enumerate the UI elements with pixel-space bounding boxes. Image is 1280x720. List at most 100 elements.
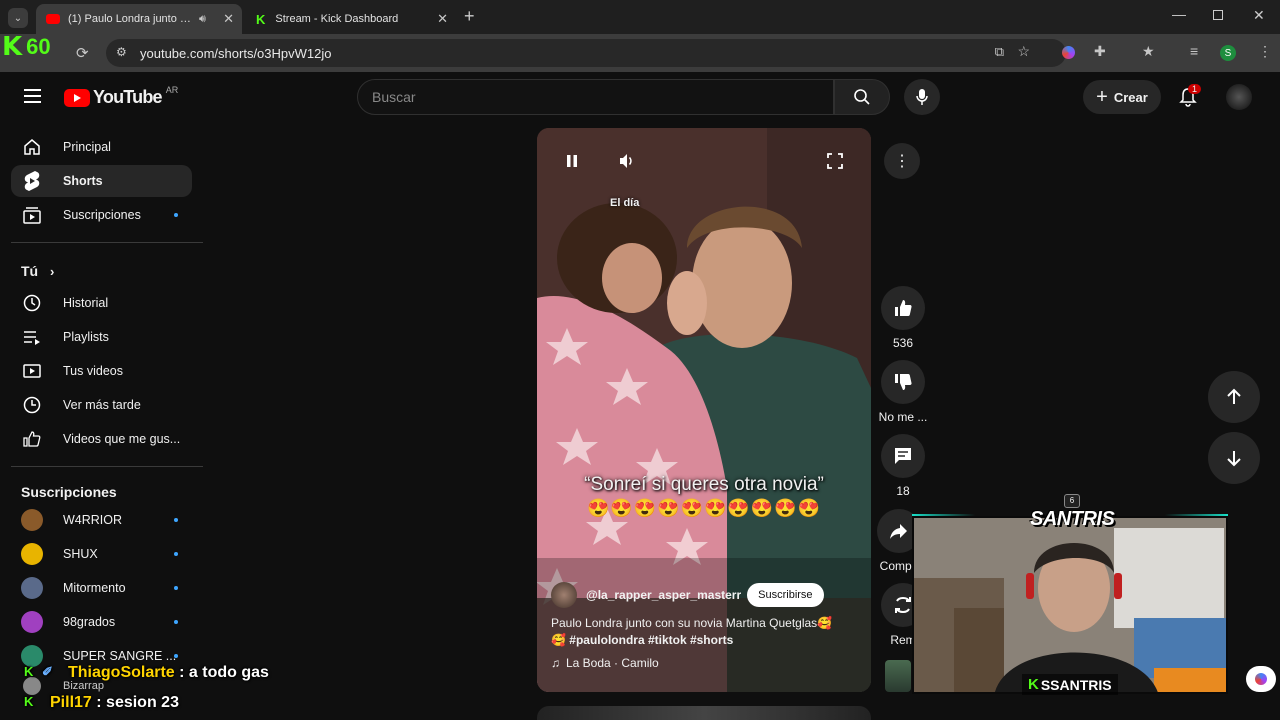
new-content-dot	[174, 552, 178, 556]
short-description: Paulo Londra junto con su novia Martina …	[551, 616, 833, 630]
sidebar-item-label: SUPER SANGRE ...	[63, 649, 177, 663]
close-tab-icon[interactable]: ✕	[223, 11, 234, 27]
kick-badge-icon: K	[24, 664, 34, 679]
new-content-dot	[174, 620, 178, 624]
sidebar-sub-98grados[interactable]: 98grados	[11, 606, 192, 638]
history-icon	[21, 293, 43, 313]
new-tab-icon[interactable]: +	[464, 6, 475, 27]
tab-title: Stream - Kick Dashboard	[275, 13, 399, 25]
youtube-logo[interactable]: YouTube AR	[64, 85, 178, 108]
sidebar-item-label: 98grados	[63, 615, 116, 629]
comments-action[interactable]: 18	[880, 434, 926, 498]
comment-icon	[895, 448, 911, 464]
your-videos-icon	[21, 361, 43, 381]
sidebar-item-shorts[interactable]: Shorts	[11, 165, 192, 197]
profile-avatar[interactable]: S	[1220, 45, 1236, 61]
hamburger-menu-icon[interactable]	[24, 89, 41, 103]
thumbs-up-icon	[895, 300, 912, 316]
new-content-dot	[174, 518, 178, 522]
channel-handle[interactable]: @la_rapper_asper_masterr	[586, 588, 741, 602]
sidebar-item-ver-mas-tarde[interactable]: Ver más tarde	[11, 389, 192, 421]
webcam-image	[914, 518, 1226, 692]
like-button[interactable]	[881, 286, 925, 330]
sidebar-item-principal[interactable]: Principal	[11, 131, 192, 163]
sidebar-item-liked-videos[interactable]: Videos que me gus...	[11, 423, 192, 455]
kick-logo-icon: K	[1028, 676, 1039, 693]
you-section-heading[interactable]: Tú ›	[21, 263, 54, 279]
like-action[interactable]: 536	[880, 286, 926, 350]
short-video-player[interactable]: El día “Sonreí si queres otra novia” 😍😍😍…	[537, 128, 871, 692]
music-row[interactable]: ♫ La Boda · Camilo	[551, 656, 659, 670]
next-short-button[interactable]	[1208, 432, 1260, 484]
sidebar-item-playlists[interactable]: Playlists	[11, 321, 192, 353]
chat-text: : sesion 23	[96, 694, 179, 711]
extensions-puzzle-icon[interactable]: ✚	[1094, 43, 1106, 60]
bookmark-star-icon[interactable]: ☆	[1017, 43, 1030, 60]
reload-icon[interactable]: ⟳	[76, 44, 89, 62]
voice-search-button[interactable]	[904, 79, 940, 115]
sidebar-item-historial[interactable]: Historial	[11, 287, 192, 319]
dislike-button[interactable]	[881, 360, 925, 404]
microphone-icon	[916, 89, 928, 105]
sidebar-item-label: Historial	[63, 296, 109, 310]
bookmarks-icon[interactable]: ★	[1142, 43, 1155, 60]
thumbs-down-icon	[895, 374, 912, 390]
shorts-icon	[21, 170, 43, 192]
tab-kick[interactable]: K Stream - Kick Dashboard ✕	[246, 4, 456, 34]
video-overlay-emojis: 😍😍😍😍😍😍😍😍😍😍	[586, 498, 822, 518]
close-window-icon[interactable]: ✕	[1253, 7, 1265, 24]
tab-youtube[interactable]: (1) Paulo Londra junto con su no 🔊︎ ✕	[36, 4, 242, 34]
pause-button[interactable]	[554, 143, 590, 179]
short-hashtags[interactable]: 🥰 #paulolondra #tiktok #shorts	[551, 633, 733, 647]
subscribe-button[interactable]: Suscribirse	[747, 583, 824, 607]
subscriptions-icon	[21, 205, 43, 225]
sidebar-sub-shux[interactable]: SHUX	[11, 538, 192, 570]
sidebar-item-label: Videos que me gus...	[63, 432, 181, 446]
next-short-preview[interactable]	[537, 706, 871, 720]
sidebar-item-label: Playlists	[63, 330, 109, 344]
site-info-icon[interactable]: ⚙︎	[116, 45, 127, 59]
media-controls-icon[interactable]: ≡	[1190, 43, 1198, 59]
share-icon	[890, 524, 907, 539]
sidebar-item-label: Principal	[63, 140, 111, 154]
sidebar-item-tus-videos[interactable]: Tus videos	[11, 355, 192, 387]
url-bar[interactable]: ⚙︎ youtube.com/shorts/o3HpvW12jo ⧉ ☆	[106, 39, 1066, 67]
minimize-icon[interactable]: —	[1172, 6, 1186, 22]
sidebar-sub-mitormento[interactable]: Mitormento	[11, 572, 192, 604]
you-label: Tú	[21, 263, 39, 279]
notifications-button[interactable]: 1	[1178, 84, 1202, 112]
more-options-button[interactable]: ⋮	[884, 143, 920, 179]
volume-button[interactable]	[609, 143, 645, 179]
plus-icon: +	[1096, 85, 1108, 108]
kick-logo-icon: K	[2, 32, 23, 62]
create-button[interactable]: + Crear	[1083, 80, 1161, 114]
sidebar-item-suscripciones[interactable]: Suscripciones	[11, 199, 192, 231]
speaker-icon[interactable]: 🔊︎	[199, 13, 206, 26]
channel-avatar[interactable]	[551, 582, 577, 608]
maximize-icon[interactable]	[1213, 10, 1223, 20]
video-caption-top: El día	[610, 197, 640, 209]
sidebar-item-label: Ver más tarde	[63, 398, 141, 412]
menu-kebab-icon[interactable]: ⋮	[1258, 43, 1272, 60]
search-button[interactable]	[834, 79, 890, 115]
comments-button[interactable]	[881, 434, 925, 478]
channel-row: @la_rapper_asper_masterr Suscribirse	[551, 582, 824, 608]
volume-icon	[620, 154, 632, 168]
logo-text: YouTube	[93, 87, 163, 107]
account-avatar[interactable]	[1226, 84, 1252, 110]
search-input[interactable]: Buscar	[357, 79, 834, 115]
sidebar-sub-w4rrior[interactable]: W4RRIOR	[11, 504, 192, 536]
liked-icon	[21, 429, 43, 449]
streamer-brand-logo: 6 SANTRIS	[1030, 494, 1115, 531]
extension-color-icon[interactable]	[1062, 46, 1075, 59]
sound-thumbnail[interactable]	[885, 660, 911, 692]
fullscreen-button[interactable]	[817, 143, 853, 179]
dislike-action[interactable]: No me ...	[879, 360, 927, 424]
install-app-icon[interactable]: ⧉	[995, 44, 1004, 60]
close-tab-icon[interactable]: ✕	[437, 11, 448, 27]
tab-list-dropdown-icon[interactable]: ⌄	[8, 8, 28, 28]
music-note-icon: ♫	[551, 656, 560, 670]
comment-count: 18	[896, 484, 910, 498]
assistant-bubble-icon[interactable]	[1246, 666, 1276, 692]
previous-short-button[interactable]	[1208, 371, 1260, 423]
